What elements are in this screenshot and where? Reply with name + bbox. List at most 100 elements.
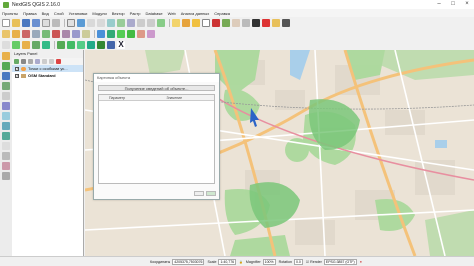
remove-layer-icon[interactable] <box>56 59 61 64</box>
menu-edit[interactable]: Правка <box>23 11 37 16</box>
zoom-layer-icon[interactable] <box>117 18 125 27</box>
menu-help[interactable]: Справка <box>214 11 230 16</box>
python-console-icon[interactable] <box>2 40 10 49</box>
add-wcs-icon[interactable] <box>2 122 10 130</box>
layer-item-points[interactable]: ✓ Точки с особыми ус... <box>12 65 83 72</box>
column-header-param[interactable]: Параметр <box>99 95 157 100</box>
add-feature-icon[interactable] <box>22 29 30 38</box>
map-tips-icon[interactable] <box>242 18 250 27</box>
minimize-icon[interactable]: – <box>432 0 446 9</box>
toggle-editing-icon[interactable] <box>12 29 20 38</box>
menu-view[interactable]: Вид <box>42 11 49 16</box>
pan-to-selection-icon[interactable] <box>77 18 85 27</box>
change-label-icon[interactable] <box>147 29 155 38</box>
menu-layer[interactable]: Слой <box>54 11 64 16</box>
menu-plugins[interactable]: Модули <box>92 11 106 16</box>
dialog-progress-button[interactable] <box>206 191 216 196</box>
zoom-next-icon[interactable] <box>147 18 155 27</box>
delete-selected-icon[interactable] <box>52 29 60 38</box>
paste-features-icon[interactable] <box>82 29 90 38</box>
zoom-last-icon[interactable] <box>137 18 145 27</box>
current-edits-icon[interactable] <box>2 29 10 38</box>
crs-button[interactable]: EPSG:3857 (OTF) <box>323 258 357 265</box>
bookmark-icon[interactable] <box>272 18 280 27</box>
select-features-icon[interactable] <box>182 18 190 27</box>
sum-icon[interactable] <box>262 18 270 27</box>
menu-database[interactable]: Database <box>145 11 162 16</box>
move-feature-icon[interactable] <box>32 29 40 38</box>
attribute-table-icon[interactable] <box>202 18 210 27</box>
new-spatialite-icon[interactable] <box>2 162 10 170</box>
nextgis-connect-icon[interactable] <box>107 40 115 49</box>
identify-icon[interactable] <box>172 18 180 27</box>
copy-features-icon[interactable] <box>72 29 80 38</box>
zoom-full-icon[interactable] <box>107 18 115 27</box>
add-spatialite-icon[interactable] <box>2 82 10 90</box>
composer-manager-icon[interactable] <box>52 18 60 27</box>
measure-icon[interactable] <box>232 18 240 27</box>
collapse-all-icon[interactable] <box>49 59 54 64</box>
menu-vector[interactable]: Вектор <box>112 11 125 16</box>
statistics-icon[interactable] <box>222 18 230 27</box>
add-postgis-icon[interactable] <box>42 40 50 49</box>
new-shapefile-icon[interactable] <box>2 152 10 160</box>
add-wfs-icon[interactable] <box>2 132 10 140</box>
open-project-icon[interactable] <box>12 18 20 27</box>
menu-raster[interactable]: Растр <box>130 11 141 16</box>
pan-icon[interactable] <box>67 18 75 27</box>
grid-tool-icon[interactable] <box>67 40 75 49</box>
pin-labels-icon[interactable] <box>107 29 115 38</box>
new-project-icon[interactable] <box>2 18 10 27</box>
column-header-value[interactable]: Значение <box>157 95 215 100</box>
node-tool-icon[interactable] <box>42 29 50 38</box>
open-styling-icon[interactable] <box>14 59 19 64</box>
rotate-label-icon[interactable] <box>137 29 145 38</box>
filter-legend-icon[interactable] <box>35 59 40 64</box>
add-mssql-icon[interactable] <box>2 92 10 100</box>
field-calculator-icon[interactable] <box>212 18 220 27</box>
show-labels-icon[interactable] <box>117 29 125 38</box>
lock-scale-icon[interactable]: 🔒 <box>239 260 243 264</box>
menu-settings[interactable]: Установки <box>69 11 88 16</box>
text-annotation-icon[interactable] <box>252 18 260 27</box>
save-as-icon[interactable] <box>32 18 40 27</box>
zoom-selection-icon[interactable] <box>127 18 135 27</box>
menu-analysis[interactable]: Анализ данных <box>181 11 209 16</box>
geometry-tool-icon[interactable] <box>57 40 65 49</box>
magnifier-field[interactable]: 100% <box>262 258 276 265</box>
tips-icon[interactable] <box>282 18 290 27</box>
add-raster-layer-icon[interactable] <box>2 62 10 70</box>
coordinate-field[interactable]: 4205375,7503076 <box>172 258 205 265</box>
maximize-icon[interactable]: □ <box>446 0 460 9</box>
add-group-icon[interactable] <box>21 59 26 64</box>
add-vector-layer-icon[interactable] <box>2 52 10 60</box>
new-temp-layer-icon[interactable] <box>2 172 10 180</box>
add-raster-icon[interactable] <box>32 40 40 49</box>
close-tool-icon[interactable]: X <box>117 40 125 49</box>
menu-projects[interactable]: Проекты <box>2 11 18 16</box>
close-icon[interactable]: × <box>460 0 474 9</box>
messages-icon[interactable]: ● <box>360 260 362 264</box>
deselect-icon[interactable] <box>192 18 200 27</box>
zoom-out-icon[interactable] <box>97 18 105 27</box>
expand-all-icon[interactable] <box>42 59 47 64</box>
menu-web[interactable]: Web <box>168 11 176 16</box>
globe-icon[interactable] <box>87 40 95 49</box>
dialog-ok-button[interactable] <box>194 191 204 196</box>
save-project-icon[interactable] <box>22 18 30 27</box>
network-tool-icon[interactable] <box>77 40 85 49</box>
manage-visibility-icon[interactable] <box>28 59 33 64</box>
render-checkbox[interactable]: ☑ <box>306 260 309 264</box>
zoom-in-icon[interactable] <box>87 18 95 27</box>
rotation-field[interactable]: 0.0 <box>293 258 303 265</box>
layer-item-osm[interactable]: ✓ OSM Standard <box>12 72 83 79</box>
add-wms-icon[interactable] <box>2 112 10 120</box>
add-postgis-layer-icon[interactable] <box>2 72 10 80</box>
quickmap-icon[interactable] <box>97 40 105 49</box>
move-label-icon[interactable] <box>127 29 135 38</box>
layer-checkbox[interactable]: ✓ <box>15 66 19 71</box>
cut-features-icon[interactable] <box>62 29 70 38</box>
add-oracle-icon[interactable] <box>2 102 10 110</box>
scale-field[interactable]: 1:40,776 <box>218 258 237 265</box>
processing-icon[interactable] <box>12 40 20 49</box>
